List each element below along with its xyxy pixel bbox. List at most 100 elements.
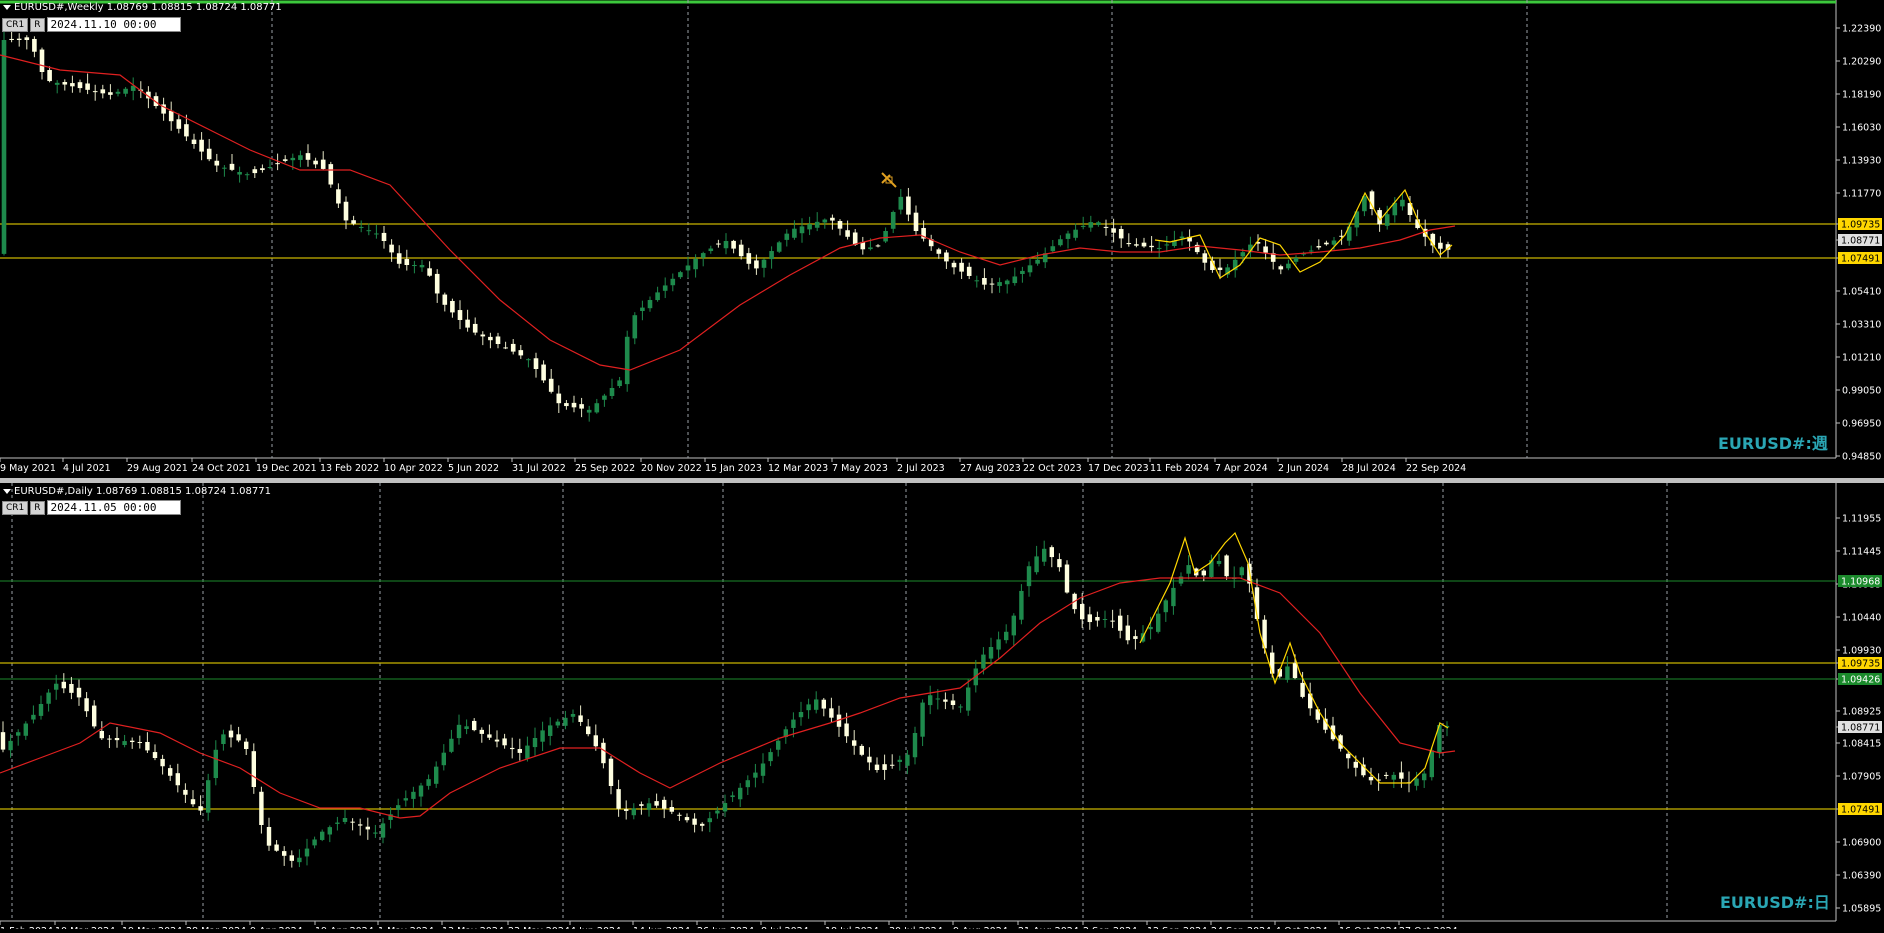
time-tick-label: 11 Feb 2024 xyxy=(1150,463,1209,474)
candle-body xyxy=(1110,620,1115,622)
time-tick-label: 29 Aug 2021 xyxy=(127,463,188,474)
candle-body xyxy=(944,252,949,262)
candle-body xyxy=(753,772,758,778)
price-tick-label: 1.05895 xyxy=(1842,904,1881,915)
candle-body xyxy=(707,818,712,823)
candle-body xyxy=(427,268,432,276)
candle-body xyxy=(1171,587,1176,607)
candle-body xyxy=(761,259,767,268)
candle-body xyxy=(380,823,386,838)
triangle-down-icon[interactable] xyxy=(3,488,11,494)
candle-body xyxy=(389,244,394,253)
candle-body xyxy=(1353,761,1358,768)
level-price-label: 1.07491 xyxy=(1841,805,1880,816)
candle-body xyxy=(822,219,828,223)
candle-body xyxy=(434,273,440,294)
price-tick-label: 1.01210 xyxy=(1842,353,1881,364)
candle-body xyxy=(677,814,682,816)
candle-body xyxy=(1438,242,1443,249)
candle-body xyxy=(275,163,280,165)
daily-datetime-field[interactable]: 2024.11.05 00:00 xyxy=(46,500,181,515)
green-price-label: 1.10968 xyxy=(1841,577,1880,588)
daily-chart-panel[interactable]: 1.119551.114451.109351.104401.099301.097… xyxy=(0,483,1884,933)
zigzag-line xyxy=(1154,188,1453,279)
time-tick-label: 27 Aug 2023 xyxy=(960,463,1021,474)
price-tick-label: 1.07905 xyxy=(1842,772,1881,783)
candle-body xyxy=(670,278,676,286)
candle-body xyxy=(472,720,477,731)
candle-body xyxy=(700,253,706,258)
price-tick-label: 1.08415 xyxy=(1842,739,1881,750)
candle-body xyxy=(632,315,638,339)
candle-body xyxy=(571,402,577,408)
candle-body xyxy=(411,791,416,799)
candle-body xyxy=(700,823,705,826)
candle-body xyxy=(1239,567,1244,576)
candle-body xyxy=(502,738,507,746)
weekly-chart-panel[interactable]: 1.22390 1.20290 1.18190 1.16030 1.13930 1.117… xyxy=(0,0,1884,478)
triangle-down-icon[interactable] xyxy=(3,4,11,10)
level-price-label: 1.09735 xyxy=(1841,220,1880,231)
candle-body xyxy=(23,723,28,736)
candle-body xyxy=(1049,547,1054,558)
candle-body xyxy=(989,283,995,285)
weekly-datetime-field[interactable]: 2024.11.10 00:00 xyxy=(46,17,181,32)
candle-body xyxy=(351,220,356,224)
candle-body xyxy=(8,740,13,751)
candle-body xyxy=(426,779,431,786)
candle-body xyxy=(123,88,128,94)
candle-body xyxy=(730,795,735,798)
candle-body xyxy=(503,347,508,349)
candle-body xyxy=(868,247,873,250)
candle-body xyxy=(905,754,910,766)
price-tick-label: 1.20290 xyxy=(1842,57,1881,68)
candle-body xyxy=(122,741,127,746)
candle-body xyxy=(244,741,249,749)
candle-body xyxy=(1368,776,1374,781)
candle-body xyxy=(693,258,698,270)
candle-body xyxy=(966,266,972,276)
price-tick-label: 1.22390 xyxy=(1842,24,1881,35)
candle-body xyxy=(236,734,241,741)
candle-body xyxy=(806,704,811,711)
candle-body xyxy=(434,766,439,784)
candle-body xyxy=(617,380,622,387)
candle-body xyxy=(335,822,340,824)
candle-body xyxy=(62,82,68,85)
candle-body xyxy=(609,388,615,396)
time-tick-label: 25 Sep 2022 xyxy=(575,463,635,474)
candle-body xyxy=(213,749,218,779)
candle-body xyxy=(640,307,645,312)
price-tick-label: 1.16030 xyxy=(1842,123,1881,134)
candle-body xyxy=(198,806,203,811)
candle-body xyxy=(669,807,674,812)
candle-body xyxy=(1,40,7,254)
candle-body xyxy=(517,749,522,753)
weekly-r-button[interactable]: R xyxy=(30,17,45,32)
candle-body xyxy=(708,248,714,252)
candle-body xyxy=(882,764,887,770)
candle-body xyxy=(1141,242,1147,247)
candle-body xyxy=(374,233,379,235)
candle-body xyxy=(738,787,743,800)
candle-body xyxy=(556,393,562,404)
candle-body xyxy=(1384,774,1389,776)
candle-body xyxy=(1216,561,1222,564)
weekly-chart-canvas[interactable]: 1.22390 1.20290 1.18190 1.16030 1.13930 1.117… xyxy=(0,0,1884,478)
candle-body xyxy=(1331,240,1337,245)
candle-body xyxy=(1391,774,1396,780)
weekly-cr-button[interactable]: CR1 xyxy=(2,17,29,32)
price-tick-label: 1.03310 xyxy=(1842,320,1881,331)
candle-body xyxy=(510,343,516,352)
candle-body xyxy=(312,839,317,846)
candle-body xyxy=(1118,615,1123,631)
daily-chart-canvas[interactable]: 1.119551.114451.109351.104401.099301.097… xyxy=(0,483,1884,933)
candle-body xyxy=(875,245,881,247)
price-tick-label: 1.10440 xyxy=(1842,613,1881,624)
daily-r-button[interactable]: R xyxy=(30,500,45,515)
candle-body xyxy=(175,773,180,786)
candle-body xyxy=(184,124,189,137)
candle-body xyxy=(1414,778,1419,786)
daily-cr-button[interactable]: CR1 xyxy=(2,500,29,515)
candle-body xyxy=(92,91,98,93)
